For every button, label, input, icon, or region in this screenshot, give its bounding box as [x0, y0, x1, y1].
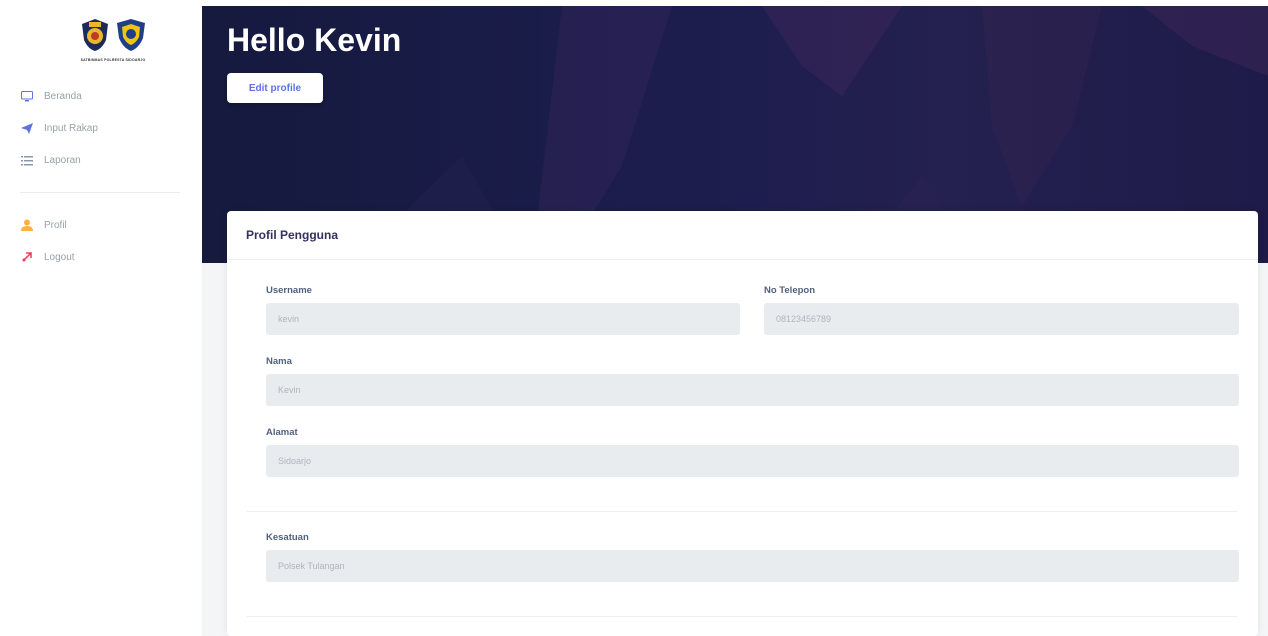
sidebar-item-input-rakap[interactable]: Input Rakap	[0, 112, 202, 144]
sidebar-item-label: Beranda	[44, 90, 82, 102]
sidebar-item-label: Logout	[44, 251, 75, 263]
sidebar-item-beranda[interactable]: Beranda	[0, 80, 202, 112]
app: SATBINMAS POLRESTA SIDOARJO Beranda Inpu…	[0, 0, 1268, 636]
section-divider	[247, 616, 1237, 617]
card-title: Profil Pengguna	[246, 228, 339, 242]
phone-field[interactable]: 08123456789	[764, 303, 1239, 335]
name-label: Nama	[266, 356, 292, 367]
logo-text: SATBINMAS POLRESTA SIDOARJO	[80, 58, 146, 62]
user-icon	[21, 219, 33, 231]
profile-card: Profil Pengguna Username kevin No Telepo…	[227, 211, 1258, 636]
sidebar-item-label: Input Rakap	[44, 122, 98, 134]
unit-label: Kesatuan	[266, 532, 309, 543]
send-icon	[21, 122, 33, 134]
sidebar-item-profil[interactable]: Profil	[0, 209, 202, 241]
sidebar-item-laporan[interactable]: Laporan	[0, 144, 202, 176]
monitor-icon	[21, 90, 33, 102]
page-title: Hello Kevin	[227, 22, 402, 58]
address-field[interactable]: Sidoarjo	[266, 445, 1239, 477]
list-icon	[21, 154, 33, 166]
section-divider	[247, 511, 1237, 512]
username-field[interactable]: kevin	[266, 303, 740, 335]
sidebar-nav: Beranda Input Rakap Laporan Profil Logou…	[0, 80, 202, 273]
username-label: Username	[266, 285, 312, 296]
address-label: Alamat	[266, 427, 298, 438]
sidebar: SATBINMAS POLRESTA SIDOARJO Beranda Inpu…	[0, 0, 202, 636]
unit-field[interactable]: Polsek Tulangan	[266, 550, 1239, 582]
sidebar-item-label: Profil	[44, 219, 67, 231]
logo[interactable]: SATBINMAS POLRESTA SIDOARJO	[58, 18, 168, 70]
edit-profile-button[interactable]: Edit profile	[227, 73, 323, 103]
main-content: Hello Kevin Edit profile Profil Pengguna…	[202, 6, 1268, 636]
police-badge-icon	[82, 19, 108, 51]
card-header: Profil Pengguna	[227, 211, 1258, 260]
sidebar-divider	[20, 192, 180, 193]
phone-label: No Telepon	[764, 285, 816, 296]
sidebar-item-logout[interactable]: Logout	[0, 241, 202, 273]
logo-badges	[58, 18, 168, 52]
unit-badge-icon	[117, 19, 145, 51]
sidebar-item-label: Laporan	[44, 154, 81, 166]
name-field[interactable]: Kevin	[266, 374, 1239, 406]
logout-icon	[21, 251, 33, 263]
